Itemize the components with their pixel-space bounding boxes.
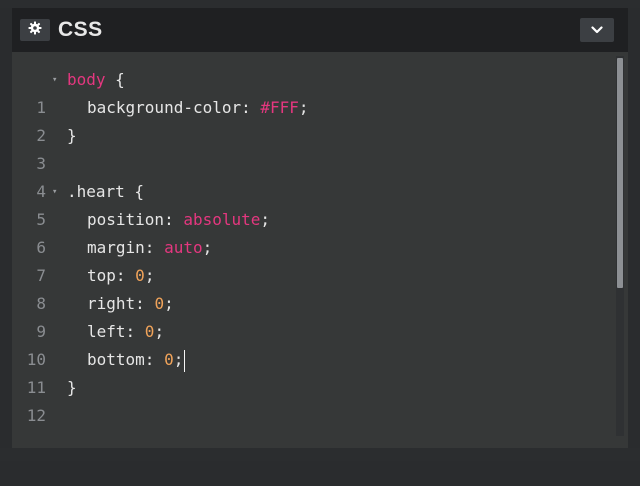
css-selector: body [67, 70, 106, 89]
panel-title: CSS [58, 18, 103, 41]
code-text: ; [298, 98, 309, 117]
css-value: 0 [154, 294, 165, 313]
css-value: #FFF [260, 98, 299, 117]
code-text: ; [173, 350, 184, 369]
css-property: left: [87, 322, 145, 341]
code-line[interactable]: 7 margin: auto; [12, 234, 612, 285]
code-line[interactable]: 8 top: 0; [12, 262, 612, 313]
code-text: } [67, 126, 77, 145]
code-lines: 1 ▾ body { 2 background-color: #FFF; 3 }… [12, 66, 612, 425]
css-value: 0 [164, 350, 174, 369]
line-content: margin: auto; [67, 234, 212, 262]
code-text: ; [164, 294, 174, 313]
code-line[interactable]: 2 background-color: #FFF; [12, 94, 612, 145]
code-text: .heart { [67, 182, 145, 201]
css-property: margin: [87, 238, 165, 257]
code-line[interactable]: 5 ▾ .heart { [12, 178, 612, 229]
css-value: 0 [135, 266, 145, 285]
settings-button[interactable] [20, 19, 50, 41]
css-property: top: [87, 266, 136, 285]
code-line[interactable]: 10 left: 0; [12, 318, 612, 369]
code-editor[interactable]: 1 ▾ body { 2 background-color: #FFF; 3 }… [12, 52, 628, 448]
css-editor-panel: CSS 1 ▾ body { 2 background-color: #FFF;… [12, 8, 628, 448]
code-line[interactable]: 1 ▾ body { [12, 66, 612, 117]
gear-icon [28, 21, 42, 40]
bottom-strip [0, 448, 640, 461]
code-text: ; [154, 322, 165, 341]
chevron-down-icon [591, 21, 603, 39]
top-strip [0, 0, 640, 8]
code-line[interactable]: 4 [12, 150, 612, 201]
css-property: bottom: [87, 350, 165, 369]
scrollbar-thumb[interactable] [617, 58, 623, 288]
line-content: bottom: 0; [67, 346, 186, 374]
line-number: 12 [26, 406, 46, 425]
css-property: right: [87, 294, 155, 313]
vertical-scrollbar[interactable] [616, 56, 624, 436]
code-text: ; [260, 210, 271, 229]
code-line[interactable]: 11 bottom: 0; [12, 346, 612, 397]
code-text: } [67, 378, 77, 397]
code-text: ; [144, 266, 155, 285]
line-content: right: 0; [67, 290, 174, 318]
code-line[interactable]: 12 } [12, 374, 612, 425]
line-content: position: absolute; [67, 206, 270, 234]
code-text: { [105, 70, 125, 89]
collapse-button[interactable] [580, 18, 614, 42]
line-content: background-color: #FFF; [67, 94, 309, 122]
css-property: position: [87, 210, 184, 229]
line-content: left: 0; [67, 318, 164, 346]
fold-arrow-icon[interactable]: ▾ [52, 178, 57, 206]
text-cursor [184, 349, 186, 372]
panel-header: CSS [12, 8, 628, 52]
css-value: auto [164, 238, 203, 257]
line-content: top: 0; [67, 262, 154, 290]
css-value: absolute [183, 210, 261, 229]
code-text: ; [202, 238, 213, 257]
fold-arrow-icon[interactable]: ▾ [52, 66, 57, 94]
code-line[interactable]: 6 position: absolute; [12, 206, 612, 257]
code-line[interactable]: 9 right: 0; [12, 290, 612, 341]
css-value: 0 [144, 322, 155, 341]
line-content: body { [67, 66, 125, 94]
code-line[interactable]: 3 } [12, 122, 612, 173]
css-property: background-color: [87, 98, 261, 117]
